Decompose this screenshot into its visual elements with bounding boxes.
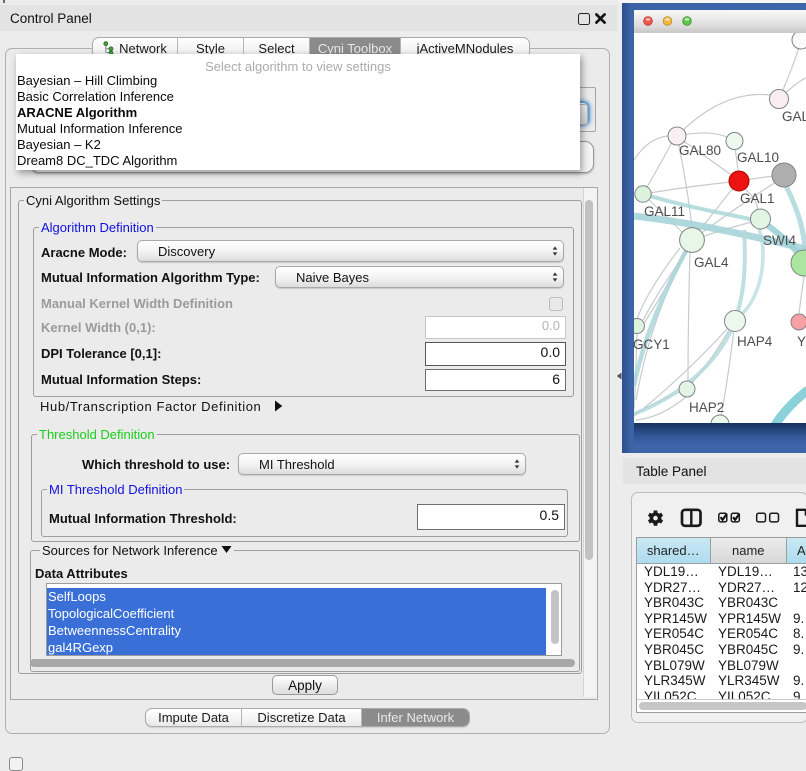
svg-text:GAL7: GAL7 — [782, 109, 806, 124]
svg-text:HAP2: HAP2 — [689, 400, 724, 415]
svg-text:GAL10: GAL10 — [737, 150, 779, 165]
svg-text:GAL1: GAL1 — [740, 191, 775, 206]
svg-text:GAL80: GAL80 — [679, 143, 721, 158]
svg-text:GAL11: GAL11 — [644, 204, 685, 219]
svg-text:HAP4: HAP4 — [737, 334, 773, 349]
svg-text:Y: Y — [797, 334, 806, 349]
svg-text:GCY1: GCY1 — [634, 337, 670, 352]
svg-text:GAL4: GAL4 — [694, 255, 729, 270]
svg-text:SWI4: SWI4 — [763, 233, 796, 248]
